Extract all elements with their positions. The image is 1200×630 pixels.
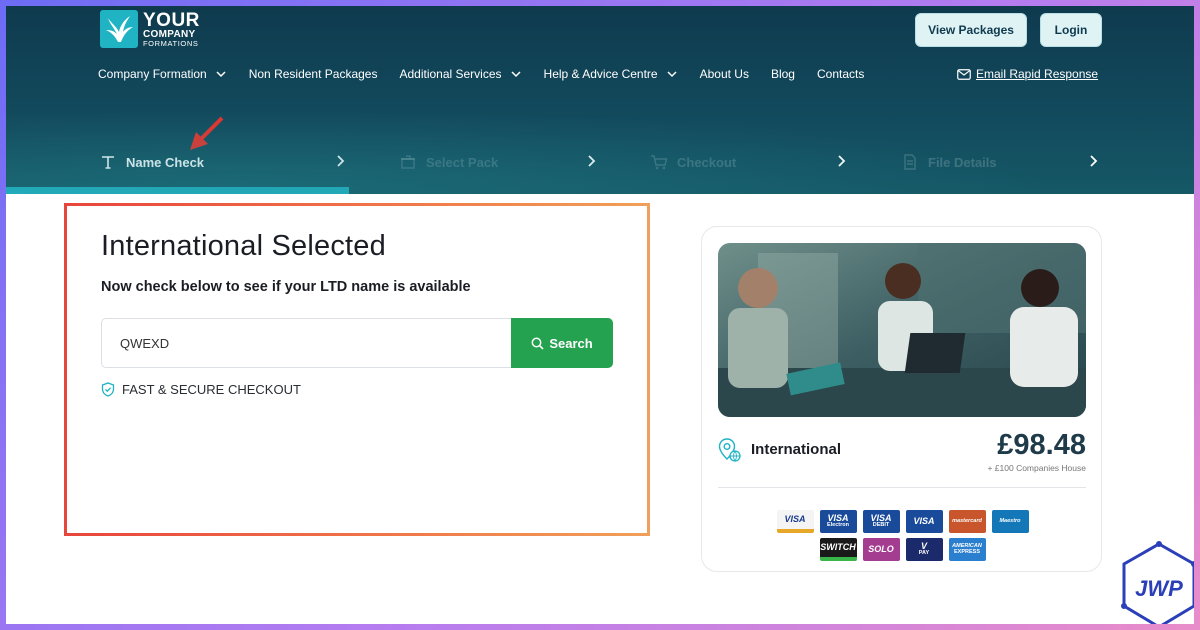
annotation-arrow-icon: [190, 116, 224, 150]
watermark-text: JWP: [1135, 576, 1183, 601]
email-rapid-response-link[interactable]: Email Rapid Response: [957, 64, 1098, 84]
card-divider: [718, 487, 1086, 488]
file-icon: [904, 154, 916, 170]
package-summary-card: International £98.48 + £100 Companies Ho…: [701, 226, 1102, 572]
package-icon: [401, 155, 415, 169]
payment-card-name: mastercard: [952, 517, 982, 524]
payment-card-logo: Maestro: [991, 510, 1029, 533]
page-title: International Selected: [101, 230, 386, 262]
step-name-check[interactable]: Name Check: [100, 146, 204, 178]
payment-card-name: SOLO: [868, 544, 894, 554]
package-photo: [718, 243, 1086, 417]
payment-card-name: VISA: [913, 516, 935, 526]
step-file-details[interactable]: File Details: [903, 146, 997, 178]
search-button-label: Search: [549, 335, 593, 351]
envelope-icon: [957, 68, 971, 80]
payment-card-name: SWITCH: [820, 542, 856, 552]
payment-methods-row: VISA VISA Electron VISA DEBIT VISA mastercard M…: [702, 510, 1103, 533]
nav-label: Additional Services: [399, 67, 502, 81]
site-header: YOUR COMPANY FORMATIONS View Packages Lo…: [6, 6, 1194, 194]
payment-methods-row: SWITCH SOLO V PAY AMERICAN EXPRESS: [702, 538, 1103, 561]
payment-card-sub: PAY: [918, 550, 930, 557]
step-label: Select Pack: [426, 154, 499, 170]
nav-company-formation[interactable]: Company Formation: [98, 67, 227, 81]
company-name-input[interactable]: [101, 318, 512, 368]
package-row: International £98.48 + £100 Companies Ho…: [718, 429, 1086, 477]
logo-line1: YOUR: [143, 9, 200, 31]
name-check-panel: International Selected Now check below t…: [64, 203, 650, 536]
jwp-watermark-logo: JWP: [1121, 541, 1194, 624]
logo-text: YOUR COMPANY FORMATIONS: [143, 11, 200, 48]
name-check-subtitle: Now check below to see if your LTD name …: [101, 279, 471, 295]
payment-card-logo: V PAY: [905, 538, 943, 561]
nav-about-us[interactable]: About Us: [700, 67, 749, 81]
step-label: Name Check: [126, 154, 205, 170]
text-icon: [102, 156, 114, 169]
chevron-right-icon: [1090, 155, 1098, 167]
price-note: + £100 Companies House: [987, 463, 1086, 473]
location-icon: [718, 438, 741, 462]
secure-checkout-note: FAST & SECURE CHECKOUT: [101, 382, 301, 397]
payment-card-logo: VISA Electron: [819, 510, 857, 533]
payment-card-sub: Electron: [826, 522, 849, 529]
payment-card-name: VISA: [784, 514, 806, 524]
payment-card-logo: AMERICAN EXPRESS: [948, 538, 986, 561]
search-icon: [531, 337, 544, 350]
page-frame: YOUR COMPANY FORMATIONS View Packages Lo…: [6, 6, 1194, 624]
email-link-label: Email Rapid Response: [976, 67, 1099, 81]
payment-card-sub: DEBIT: [872, 522, 890, 529]
login-button[interactable]: Login: [1040, 13, 1102, 47]
payment-card-sub: EXPRESS: [954, 548, 980, 555]
step-label: Checkout: [677, 154, 737, 170]
nav-non-resident-packages[interactable]: Non Resident Packages: [249, 67, 378, 81]
payment-card-logo: SOLO: [862, 538, 900, 561]
search-button[interactable]: Search: [511, 318, 613, 368]
chevron-down-icon: [216, 71, 226, 78]
nav-contacts[interactable]: Contacts: [817, 67, 864, 81]
payment-card-name: Maestro: [999, 517, 1021, 524]
nav-label: Company Formation: [98, 67, 207, 81]
chevron-down-icon: [667, 71, 677, 78]
step-label: File Details: [928, 154, 997, 170]
cart-icon: [651, 155, 668, 170]
nav-label: About Us: [699, 67, 749, 81]
active-step-indicator: [6, 187, 349, 194]
package-price: £98.48: [997, 429, 1086, 461]
chevron-down-icon: [511, 71, 521, 78]
payment-card-logo: VISA: [905, 510, 943, 533]
nav-help-advice-centre[interactable]: Help & Advice Centre: [544, 67, 678, 81]
package-name: International: [751, 441, 842, 458]
step-select-pack[interactable]: Select Pack: [400, 146, 498, 178]
shield-check-icon: [101, 382, 115, 397]
nav-blog[interactable]: Blog: [771, 67, 795, 81]
nav-additional-services[interactable]: Additional Services: [399, 67, 521, 81]
payment-card-logo: VISA: [776, 510, 814, 533]
main-nav: Company Formation Non Resident Packages …: [98, 64, 886, 84]
chevron-right-icon: [588, 155, 596, 167]
checkout-steps: Name Check Select Pack Checkout File Det…: [6, 146, 1194, 178]
payment-card-logo: VISA DEBIT: [862, 510, 900, 533]
secure-text: FAST & SECURE CHECKOUT: [122, 382, 301, 397]
phoenix-logo-icon: [100, 10, 138, 48]
nav-label: Blog: [770, 67, 795, 81]
nav-label: Non Resident Packages: [248, 67, 378, 81]
nav-label: Contacts: [816, 67, 865, 81]
payment-card-logo: SWITCH: [819, 538, 857, 561]
chevron-right-icon: [337, 155, 345, 167]
payment-card-logo: mastercard: [948, 510, 986, 533]
view-packages-button[interactable]: View Packages: [915, 13, 1027, 47]
logo-line3: FORMATIONS: [143, 38, 199, 48]
site-logo[interactable]: YOUR COMPANY FORMATIONS: [100, 8, 220, 50]
chevron-right-icon: [838, 155, 846, 167]
step-checkout[interactable]: Checkout: [650, 146, 736, 178]
nav-label: Help & Advice Centre: [543, 67, 658, 81]
